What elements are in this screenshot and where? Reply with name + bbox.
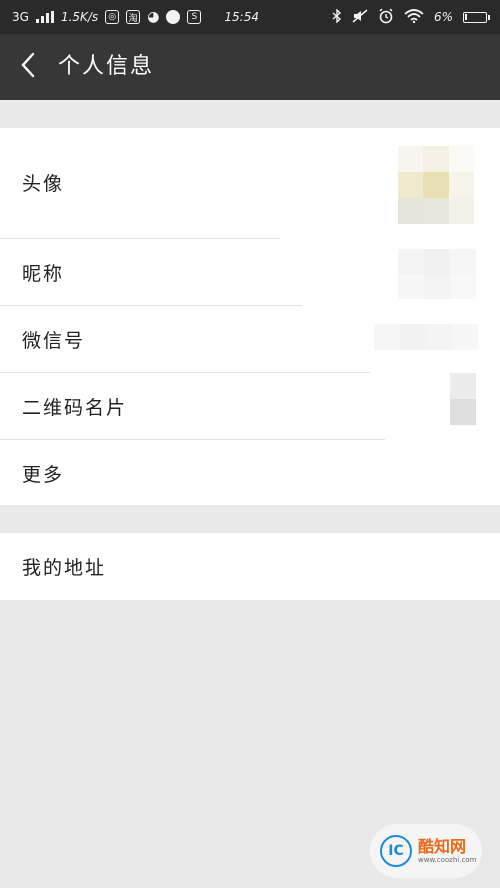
nickname-label: 昵称: [22, 263, 65, 285]
taobao-icon: 淘: [126, 10, 141, 24]
mute-icon: [352, 8, 368, 26]
profile-group: 头像 昵称 微信号 二维码名片 更多: [0, 128, 500, 505]
clock-time: 15:54: [224, 10, 259, 24]
netease-icon: ◎: [105, 10, 120, 24]
chevron-left-icon: [19, 51, 37, 83]
network-type: 3G: [12, 10, 29, 24]
nickname-row[interactable]: 昵称: [0, 239, 500, 305]
page-title: 个人信息: [58, 54, 155, 79]
more-row[interactable]: 更多: [0, 440, 500, 505]
bluetooth-icon: [332, 7, 342, 26]
circle-app-icon: [166, 10, 181, 24]
title-bar: 个人信息: [0, 34, 500, 100]
qr-code-row[interactable]: 二维码名片: [0, 373, 500, 439]
watermark-logo: IC 酷知网 www.coozhi.com: [370, 824, 482, 878]
address-group: 我的地址: [0, 533, 500, 600]
wechat-id-value: [374, 324, 478, 350]
coozhi-logo-icon: IC: [380, 835, 412, 867]
s-app-icon: S: [187, 10, 202, 24]
signal-icon: [35, 11, 54, 23]
qr-code-icon: [450, 373, 476, 425]
more-label: 更多: [22, 464, 65, 486]
network-speed: 1.5K/s: [60, 10, 99, 24]
battery-percent: 6%: [433, 10, 453, 24]
nickname-value: [398, 249, 476, 299]
avatar-label: 头像: [22, 173, 65, 195]
weibo-icon: ◕: [147, 9, 160, 25]
wechat-id-row[interactable]: 微信号: [0, 306, 500, 372]
back-button[interactable]: [12, 51, 44, 83]
battery-icon: [463, 11, 490, 23]
avatar-row[interactable]: 头像: [0, 128, 500, 238]
wechat-id-label: 微信号: [22, 330, 86, 352]
address-row[interactable]: 我的地址: [0, 533, 500, 600]
address-label: 我的地址: [22, 557, 107, 579]
qr-code-label: 二维码名片: [22, 397, 128, 419]
alarm-icon: [378, 7, 394, 27]
avatar: [398, 146, 474, 224]
status-bar: 3G 1.5K/s ◎ 淘 ◕ S 15:54 6%: [0, 0, 500, 34]
wifi-icon: [404, 8, 424, 26]
